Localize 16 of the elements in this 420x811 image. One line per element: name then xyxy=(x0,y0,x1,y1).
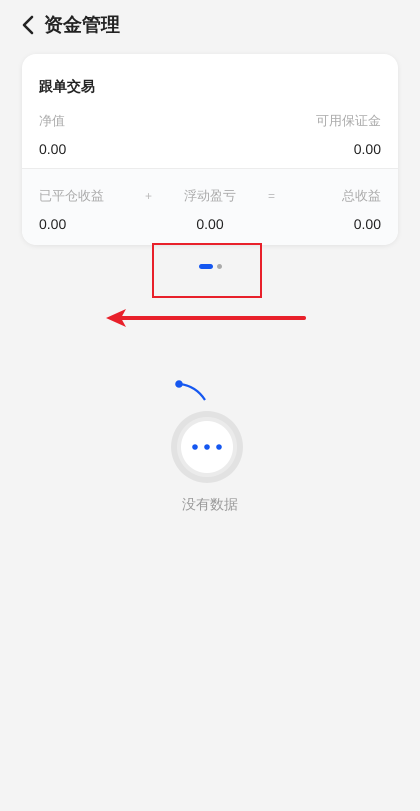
operator-symbol: = xyxy=(268,188,275,205)
stat-label: 可用保证金 xyxy=(316,112,381,130)
card-title: 跟单交易 xyxy=(38,77,96,96)
empty-message: 没有数据 xyxy=(182,496,238,514)
stat-value: 0.00 xyxy=(39,140,66,158)
stat-label: 净值 xyxy=(39,112,65,130)
stat-label: 浮动盈亏 xyxy=(184,187,236,205)
stat-label: 已平仓收益 xyxy=(39,187,104,205)
page-title: 资金管理 xyxy=(44,14,120,38)
stat-value: 0.00 xyxy=(354,215,381,233)
back-icon[interactable] xyxy=(22,15,34,35)
operator-symbol: + xyxy=(144,188,152,205)
stat-value: 0.00 xyxy=(354,140,381,158)
stat-value: 0.00 xyxy=(196,215,224,233)
stat-label: 总收益 xyxy=(342,187,381,205)
stat-value: 0.00 xyxy=(39,215,66,233)
